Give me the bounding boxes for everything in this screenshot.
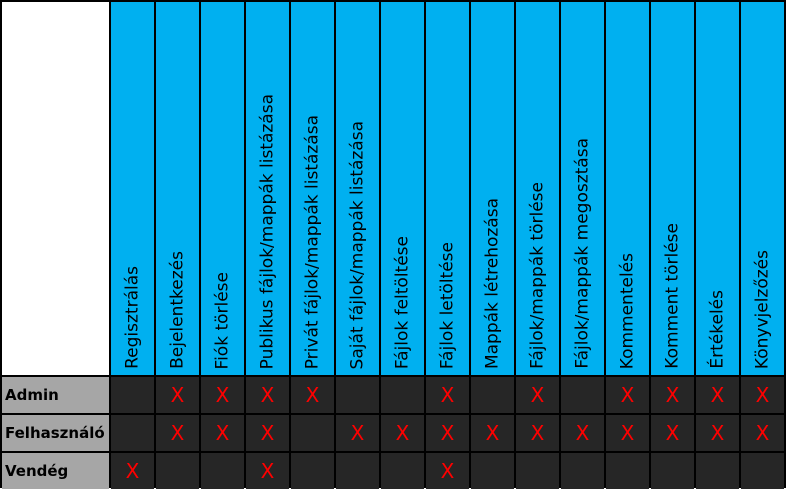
permission-cell [336,453,379,489]
permission-cell [471,377,514,413]
column-header: Regisztrálás [111,2,154,375]
permission-cell [336,377,379,413]
permission-mark: X [516,415,559,451]
permission-cell [741,453,784,489]
permission-cell [111,377,154,413]
column-header-label: Fájlok feltöltése [392,235,412,369]
column-header: Fájlok letöltése [426,2,469,375]
column-header: Mappák létrehozása [471,2,514,375]
column-header-label: Fiók törlése [212,271,232,369]
permission-mark: X [156,377,199,413]
permission-mark: X [651,377,694,413]
row-label: Felhasználó [2,415,109,451]
permission-mark: X [381,415,424,451]
permission-mark: X [201,415,244,451]
permission-mark: X [651,415,694,451]
column-header-label: Regisztrálás [122,266,142,369]
permission-mark: X [516,377,559,413]
corner-cell [2,2,109,375]
column-header: Értékelés [696,2,739,375]
permission-mark: X [336,415,379,451]
permission-cell [471,453,514,489]
permission-cell [651,453,694,489]
permission-cell [696,453,739,489]
column-header: Komment törlése [651,2,694,375]
column-header-label: Privát fájlok/mappák listázása [302,114,322,369]
permission-mark: X [696,377,739,413]
column-header: Fájlok/mappák megosztása [561,2,604,375]
permission-cell [156,453,199,489]
column-header-label: Értékelés [707,290,727,369]
permission-cell [561,377,604,413]
column-header-label: Fájlok/mappák törlése [527,182,547,369]
row-label: Admin [2,377,109,413]
column-header-label: Komment törlése [662,223,682,369]
permission-mark: X [426,377,469,413]
permission-mark: X [741,415,784,451]
column-header: Fájlok feltöltése [381,2,424,375]
permission-cell [381,453,424,489]
column-header: Publikus fájlok/mappák listázása [246,2,289,375]
permission-cell [516,453,559,489]
column-header: Bejelentkezés [156,2,199,375]
permission-mark: X [561,415,604,451]
permission-matrix: Regisztrálás Bejelentkezés Fiók törlése Pub… [0,0,786,489]
permission-mark: X [246,377,289,413]
permission-cell [381,377,424,413]
permission-mark: X [201,377,244,413]
permission-mark: X [156,415,199,451]
permission-mark: X [246,415,289,451]
column-header-label: Saját fájlok/mappák listázása [347,120,367,369]
column-header: Kommentelés [606,2,649,375]
permission-mark: X [426,453,469,489]
column-header-label: Fájlok/mappák megosztása [572,138,592,369]
permission-mark: X [291,377,334,413]
column-header: Könyvjelzőzés [741,2,784,375]
permission-cell [111,415,154,451]
permission-mark: X [741,377,784,413]
column-header-label: Fájlok letöltése [437,241,457,369]
column-header-label: Könyvjelzőzés [752,249,772,369]
column-header-label: Publikus fájlok/mappák listázása [257,93,277,369]
permission-mark: X [426,415,469,451]
permission-cell [291,453,334,489]
permission-mark: X [246,453,289,489]
column-header: Saját fájlok/mappák listázása [336,2,379,375]
column-header-label: Kommentelés [617,252,637,369]
permission-cell [291,415,334,451]
row-label: Vendég [2,453,109,489]
permission-mark: X [606,377,649,413]
permission-mark: X [111,453,154,489]
permission-cell [561,453,604,489]
column-header-label: Bejelentkezés [167,251,187,369]
permission-mark: X [696,415,739,451]
column-header: Privát fájlok/mappák listázása [291,2,334,375]
column-header: Fájlok/mappák törlése [516,2,559,375]
permission-mark: X [606,415,649,451]
permission-cell [201,453,244,489]
permission-cell [606,453,649,489]
column-header-label: Mappák létrehozása [482,197,502,369]
column-header: Fiók törlése [201,2,244,375]
permission-mark: X [471,415,514,451]
